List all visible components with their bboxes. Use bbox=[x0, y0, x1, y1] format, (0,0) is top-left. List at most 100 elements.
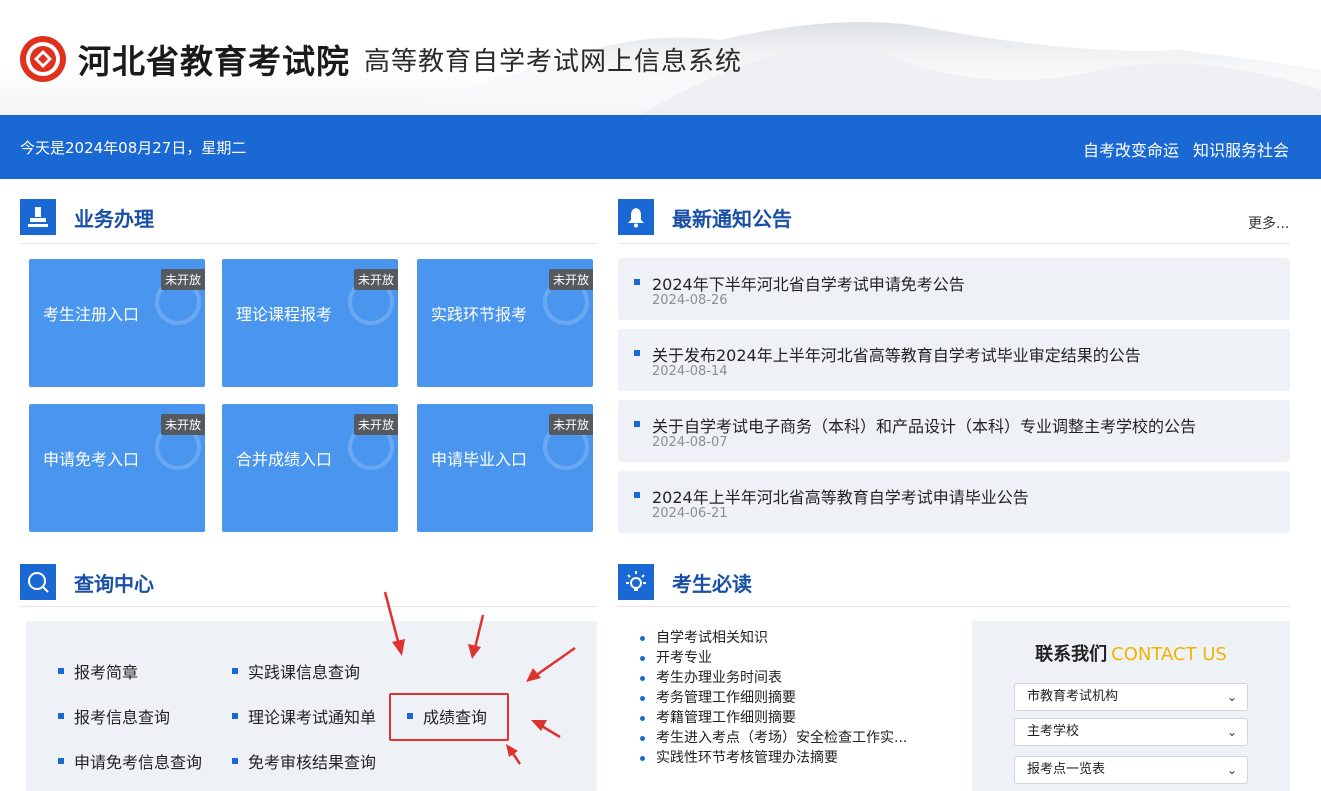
tile-label: 考生注册入口 bbox=[43, 305, 140, 324]
bullet bbox=[58, 668, 64, 674]
site-logo[interactable]: 河北省教育考试院 高等教育自学考试网上信息系统 bbox=[18, 34, 742, 84]
score-query-highlight-box bbox=[389, 693, 509, 741]
tile-graduation-application[interactable]: 未开放 申请毕业入口 bbox=[417, 404, 593, 532]
notice-item[interactable]: 关于自学考试电子商务（本科）和产品设计（本科）专业调整主考学校的公告 2024-… bbox=[618, 400, 1290, 462]
tile-theory-course-registration[interactable]: 未开放 理论课程报考 bbox=[222, 259, 398, 387]
business-section-header: 业务办理 bbox=[20, 199, 154, 235]
guide-list: 自学考试相关知识 开考专业 考生办理业务时间表 考务管理工作细则摘要 考籍管理工… bbox=[640, 628, 907, 768]
notice-title: 2024年下半年河北省自学考试申请免考公告 bbox=[652, 275, 965, 294]
tile-label: 实践环节报考 bbox=[431, 305, 528, 324]
site-subtitle: 高等教育自学考试网上信息系统 bbox=[364, 46, 743, 77]
guide-link[interactable]: 考生办理业务时间表 bbox=[640, 668, 907, 688]
status-badge: 未开放 bbox=[548, 414, 593, 435]
bell-icon bbox=[618, 199, 654, 235]
notice-item[interactable]: 关于发布2024年上半年河北省高等教育自学考试毕业审定结果的公告 2024-08… bbox=[618, 329, 1290, 391]
stamp-icon bbox=[20, 199, 56, 235]
bullet bbox=[634, 279, 640, 285]
guide-section-title: 考生必读 bbox=[672, 571, 752, 596]
top-bar: 今天是2024年08月27日，星期二 自考改变命运 知识服务社会 bbox=[0, 115, 1321, 179]
guide-link[interactable]: 考生进入考点（考场）安全检查工作实... bbox=[640, 728, 907, 748]
tile-label: 理论课程报考 bbox=[236, 305, 333, 324]
business-section-title: 业务办理 bbox=[74, 206, 154, 231]
search-icon bbox=[20, 564, 56, 600]
query-link-label: 申请免考信息查询 bbox=[74, 753, 203, 772]
exam-authority-emblem-icon bbox=[20, 36, 66, 82]
status-badge: 未开放 bbox=[353, 269, 398, 290]
notice-title: 关于发布2024年上半年河北省高等教育自学考试毕业审定结果的公告 bbox=[652, 346, 1141, 365]
bullet bbox=[232, 758, 238, 764]
notice-date: 2024-08-26 bbox=[652, 293, 728, 308]
tile-student-registration[interactable]: 未开放 考生注册入口 bbox=[29, 259, 205, 387]
select-exam-institution[interactable]: 市教育考试机构 ⌄ bbox=[1014, 683, 1248, 711]
guide-link[interactable]: 开考专业 bbox=[640, 648, 907, 668]
tile-practical-registration[interactable]: 未开放 实践环节报考 bbox=[417, 259, 593, 387]
site-title: 河北省教育考试院 bbox=[78, 42, 350, 81]
notice-item[interactable]: 2024年上半年河北省高等教育自学考试申请毕业公告 2024-06-21 bbox=[618, 471, 1290, 533]
status-badge: 未开放 bbox=[160, 269, 205, 290]
slogan: 自考改变命运 知识服务社会 bbox=[1069, 137, 1289, 161]
query-link-label: 理论课考试通知单 bbox=[248, 708, 377, 727]
current-date: 今天是2024年08月27日，星期二 bbox=[20, 139, 247, 157]
notice-date: 2024-06-21 bbox=[652, 506, 728, 521]
select-registration-point-list[interactable]: 报考点一览表 ⌄ bbox=[1014, 756, 1248, 784]
contact-title-en: CONTACT US bbox=[1111, 644, 1227, 665]
query-link-exemption-info[interactable]: 申请免考信息查询 bbox=[58, 749, 202, 773]
query-link-label: 实践课信息查询 bbox=[248, 663, 361, 682]
contact-title: 联系我们 CONTACT US bbox=[972, 640, 1290, 666]
query-section-title: 查询中心 bbox=[74, 571, 154, 596]
notice-item[interactable]: 2024年下半年河北省自学考试申请免考公告 2024-08-26 bbox=[618, 258, 1290, 320]
status-badge: 未开放 bbox=[353, 414, 398, 435]
query-link-practical-course-info[interactable]: 实践课信息查询 bbox=[232, 659, 360, 683]
chevron-down-icon: ⌄ bbox=[1226, 763, 1237, 777]
chevron-down-icon: ⌄ bbox=[1226, 690, 1237, 704]
bullet bbox=[58, 713, 64, 719]
bullet bbox=[58, 758, 64, 764]
select-host-school[interactable]: 主考学校 ⌄ bbox=[1014, 718, 1248, 746]
notices-section-title: 最新通知公告 bbox=[672, 206, 792, 231]
chevron-down-icon: ⌄ bbox=[1226, 725, 1237, 739]
query-link-label: 报考信息查询 bbox=[74, 708, 171, 727]
divider bbox=[618, 243, 1290, 244]
query-link-label: 报考简章 bbox=[74, 663, 139, 682]
tile-label: 合并成绩入口 bbox=[236, 450, 333, 469]
select-value: 报考点一览表 bbox=[1027, 762, 1106, 777]
tile-label: 申请免考入口 bbox=[43, 450, 140, 469]
guide-link[interactable]: 实践性环节考核管理办法摘要 bbox=[640, 748, 907, 768]
notices-section-header: 最新通知公告 bbox=[618, 199, 792, 235]
tile-exemption-application[interactable]: 未开放 申请免考入口 bbox=[29, 404, 205, 532]
notice-title: 关于自学考试电子商务（本科）和产品设计（本科）专业调整主考学校的公告 bbox=[652, 417, 1197, 436]
query-link-exemption-review-result[interactable]: 免考审核结果查询 bbox=[232, 749, 376, 773]
select-value: 主考学校 bbox=[1027, 724, 1080, 739]
bullet bbox=[634, 350, 640, 356]
query-link-label: 免考审核结果查询 bbox=[248, 753, 377, 772]
tile-label: 申请毕业入口 bbox=[431, 450, 528, 469]
bullet bbox=[634, 421, 640, 427]
guide-link[interactable]: 考务管理工作细则摘要 bbox=[640, 688, 907, 708]
divider bbox=[618, 606, 1290, 607]
divider bbox=[20, 606, 597, 607]
contact-title-cn: 联系我们 bbox=[1035, 644, 1108, 665]
slogan-part-1: 自考改变命运 bbox=[1082, 141, 1179, 160]
slogan-part-2: 知识服务社会 bbox=[1192, 141, 1289, 160]
status-badge: 未开放 bbox=[160, 414, 205, 435]
lightbulb-icon bbox=[618, 564, 654, 600]
bullet bbox=[232, 713, 238, 719]
query-link-theory-exam-notice[interactable]: 理论课考试通知单 bbox=[232, 704, 376, 728]
query-section-header: 查询中心 bbox=[20, 564, 154, 600]
notice-title: 2024年上半年河北省高等教育自学考试申请毕业公告 bbox=[652, 488, 1029, 507]
bullet bbox=[634, 492, 640, 498]
divider bbox=[20, 243, 597, 244]
select-value: 市教育考试机构 bbox=[1027, 689, 1119, 704]
site-header: 河北省教育考试院 高等教育自学考试网上信息系统 bbox=[0, 0, 1321, 115]
tile-merge-scores[interactable]: 未开放 合并成绩入口 bbox=[222, 404, 398, 532]
contact-panel: 联系我们 CONTACT US 市教育考试机构 ⌄ 主考学校 ⌄ 报考点一览表 ⌄ bbox=[972, 621, 1290, 791]
query-link-exam-brochure[interactable]: 报考简章 bbox=[58, 659, 138, 683]
guide-link[interactable]: 自学考试相关知识 bbox=[640, 628, 907, 648]
notice-date: 2024-08-07 bbox=[652, 435, 728, 450]
guide-link[interactable]: 考籍管理工作细则摘要 bbox=[640, 708, 907, 728]
notice-date: 2024-08-14 bbox=[652, 364, 728, 379]
query-link-registration-info[interactable]: 报考信息查询 bbox=[58, 704, 170, 728]
bullet bbox=[232, 668, 238, 674]
status-badge: 未开放 bbox=[548, 269, 593, 290]
more-notices-link[interactable]: 更多... bbox=[1248, 213, 1289, 233]
